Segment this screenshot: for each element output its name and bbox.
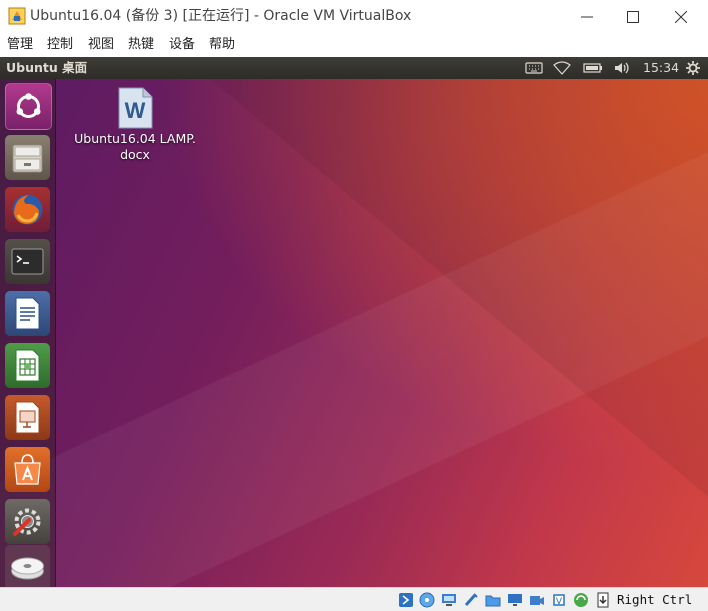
- volume-icon[interactable]: [613, 57, 631, 79]
- shared-folder-icon[interactable]: [485, 592, 501, 608]
- minimize-button[interactable]: [564, 0, 610, 33]
- launcher-software[interactable]: [5, 447, 50, 492]
- launcher-firefox[interactable]: [5, 187, 50, 232]
- keyboard-capture-icon[interactable]: [595, 592, 611, 608]
- menu-devices[interactable]: 设备: [169, 36, 195, 54]
- window-title: Ubuntu16.04 (备份 3) [正在运行] - Oracle VM Vi…: [30, 8, 412, 24]
- launcher-writer[interactable]: [5, 291, 50, 336]
- menu-hotkey[interactable]: 热键: [128, 36, 154, 54]
- wrench-gear-icon: [13, 508, 41, 536]
- menu-help[interactable]: 帮助: [209, 36, 235, 54]
- vm-menubar: 管理 控制 视图 热键 设备 帮助: [0, 33, 708, 57]
- desktop-file-name: Ubuntu16.04 LAMP. docx: [74, 131, 196, 162]
- usb-icon[interactable]: [463, 592, 479, 608]
- vm-display[interactable]: Ubuntu 桌面 15:34 W Ubuntu16.04 LAMP. docx: [0, 57, 708, 587]
- file-cabinet-icon: [12, 144, 43, 173]
- clock[interactable]: 15:34: [643, 57, 679, 79]
- close-button[interactable]: [658, 0, 704, 33]
- menu-view[interactable]: 视图: [88, 36, 114, 54]
- vm-statusbar: V Right Ctrl: [0, 587, 708, 611]
- launcher-files[interactable]: [5, 135, 50, 180]
- cpu-icon[interactable]: V: [551, 592, 567, 608]
- optical-icon[interactable]: [419, 592, 435, 608]
- menu-control[interactable]: 控制: [47, 36, 73, 54]
- hdd-icon[interactable]: [398, 592, 414, 608]
- disc-icon: [11, 557, 44, 580]
- ubuntu-topbar: Ubuntu 桌面 15:34: [0, 57, 708, 79]
- gear-icon[interactable]: [685, 57, 701, 79]
- topbar-title: Ubuntu 桌面: [6, 60, 88, 75]
- virtualbox-app-icon: [8, 7, 26, 25]
- presentation-icon: [15, 401, 40, 434]
- shopping-bag-icon: [14, 454, 41, 485]
- battery-icon[interactable]: [583, 57, 603, 79]
- maximize-icon: [627, 11, 639, 23]
- display-icon[interactable]: [507, 592, 523, 608]
- launcher-dash[interactable]: [5, 83, 52, 130]
- launcher-impress[interactable]: [5, 395, 50, 440]
- minimize-icon: [581, 16, 593, 18]
- svg-text:W: W: [125, 98, 146, 123]
- ubuntu-logo-icon: [16, 93, 41, 118]
- terminal-icon: [11, 248, 44, 275]
- firefox-icon: [12, 194, 43, 225]
- network-icon[interactable]: [441, 592, 457, 608]
- svg-text:V: V: [556, 597, 563, 607]
- host-key-label: Right Ctrl: [617, 592, 693, 607]
- launcher-settings[interactable]: [5, 499, 50, 544]
- document-icon: [15, 297, 40, 330]
- launcher-dvd[interactable]: [5, 545, 50, 587]
- spreadsheet-icon: [15, 349, 40, 382]
- close-icon: [675, 11, 687, 23]
- launcher-calc[interactable]: [5, 343, 50, 388]
- menu-manage[interactable]: 管理: [7, 36, 33, 54]
- maximize-button[interactable]: [610, 0, 656, 33]
- keyboard-icon[interactable]: [525, 57, 543, 79]
- recording-icon[interactable]: [529, 592, 545, 608]
- word-document-icon: W: [118, 87, 153, 129]
- wifi-icon[interactable]: [553, 57, 571, 79]
- launcher-terminal[interactable]: [5, 239, 50, 284]
- window-titlebar[interactable]: Ubuntu16.04 (备份 3) [正在运行] - Oracle VM Vi…: [0, 0, 708, 33]
- unity-launcher: [0, 79, 56, 587]
- mouse-integration-icon[interactable]: [573, 592, 589, 608]
